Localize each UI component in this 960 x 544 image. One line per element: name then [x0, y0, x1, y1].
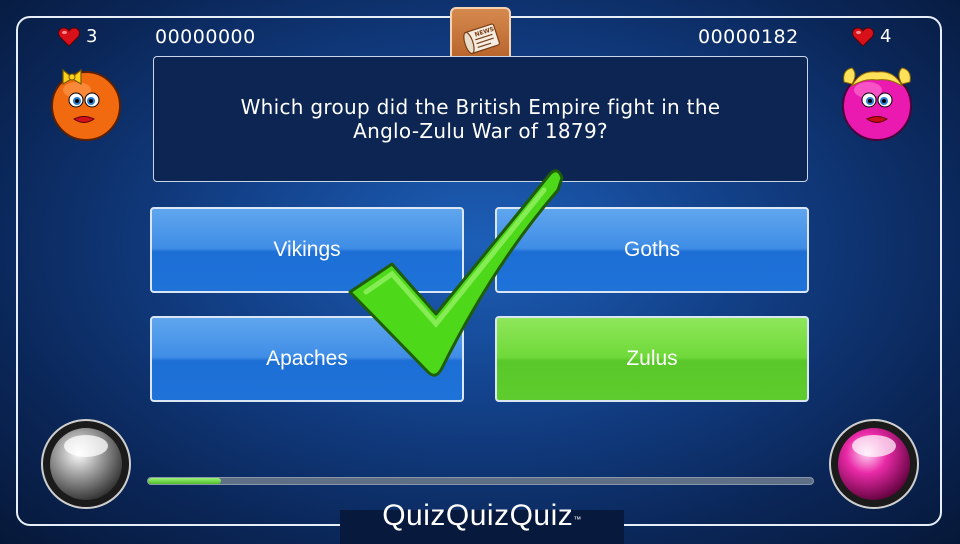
answer-button-3[interactable]: Apaches — [150, 316, 464, 402]
question-box: Which group did the British Empire fight… — [153, 56, 808, 182]
answer-button-4-correct[interactable]: Zulus — [495, 316, 809, 402]
answer-label: Zulus — [626, 347, 678, 370]
trademark-symbol: ™ — [573, 515, 582, 524]
newspaper-glyph: NEWS — [462, 22, 500, 54]
player1-lives-count: 3 — [86, 26, 98, 47]
timer-progress-bar — [147, 477, 814, 485]
answer-button-1[interactable]: Vikings — [150, 207, 464, 293]
heart-icon — [58, 26, 80, 47]
player2-score: 00000182 — [698, 26, 799, 48]
logo-text: QuizQuizQuiz — [382, 499, 574, 532]
player1-buzzer-button[interactable] — [40, 418, 132, 510]
pink-girl-avatar — [842, 67, 912, 141]
heart-icon — [852, 26, 874, 47]
answer-button-2[interactable]: Goths — [495, 207, 809, 293]
player2-lives-count: 4 — [880, 26, 892, 47]
answer-label: Goths — [623, 238, 681, 261]
answer-label: Vikings — [273, 238, 341, 261]
timer-progress-fill — [148, 478, 222, 484]
orange-girl-avatar — [51, 68, 121, 141]
player2-buzzer-button[interactable] — [828, 418, 920, 510]
question-text: Which group did the British Empire fight… — [240, 95, 721, 143]
answer-label: Apaches — [266, 347, 348, 370]
player1-score: 00000000 — [155, 26, 256, 48]
quizquizquiz-logo: QuizQuizQuiz™ — [340, 496, 624, 536]
player2-lives: 4 — [852, 26, 891, 47]
player1-lives: 3 — [58, 26, 97, 47]
